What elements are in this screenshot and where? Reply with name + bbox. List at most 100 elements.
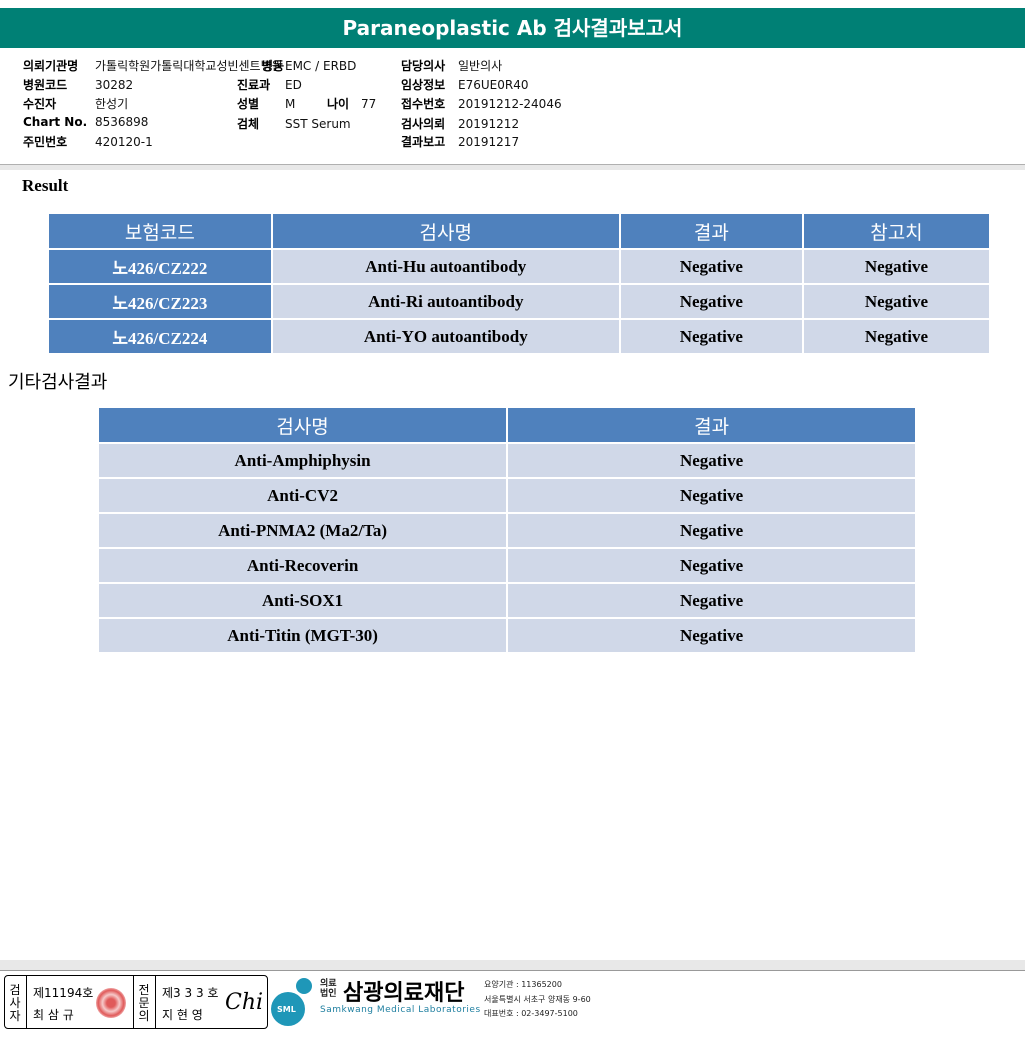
table-header-row: 보험코드 검사명 결과 참고치 (47, 212, 992, 250)
table-cell: Anti-Recoverin (96, 547, 509, 584)
org-name: 삼광의료재단 (343, 981, 465, 1006)
table-cell: Negative (618, 248, 804, 285)
tester-label: 검사자 (8, 984, 22, 1023)
info-row: Chart No. 8536898 (23, 115, 148, 129)
table-cell: Anti-CV2 (96, 477, 509, 514)
table-cell: Negative (506, 477, 917, 514)
specialist-license-no: 제3 3 3 호 (162, 986, 219, 1000)
table-row: 노426/CZ222 Anti-Hu autoantibody Negative Ne… (47, 248, 992, 285)
info-label: Chart No. (23, 115, 88, 129)
info-value: E76UE0R40 (458, 78, 529, 92)
info-row: 나이 77 (327, 95, 376, 112)
institution-code: 요양기관 : 11365200 (484, 980, 562, 989)
info-value: 420120-1 (95, 135, 153, 149)
info-row: 검체 SST Serum (237, 115, 351, 132)
info-row: 접수번호 20191212-24046 (401, 95, 562, 112)
info-label: 병동 (262, 59, 285, 73)
info-row: 담당의사 일반의사 (401, 57, 502, 74)
table-cell: Negative (801, 318, 992, 355)
seal-stamp (96, 988, 126, 1018)
info-row: 병원코드 30282 (23, 76, 133, 93)
table-cell: Negative (506, 617, 917, 654)
table-cell: Anti-Amphiphysin (96, 442, 509, 479)
table-row: Anti-PNMA2 (Ma2/Ta) Negative (96, 512, 917, 549)
table-cell: Anti-YO autoantibody (270, 318, 621, 355)
info-label: 나이 (327, 97, 350, 111)
table-cell: Negative (506, 547, 917, 584)
specialist-name: 지 현 영 (162, 1008, 203, 1022)
result-table: 보험코드 검사명 결과 참고치 노426/CZ222 Anti-Hu autoantibo… (47, 212, 992, 355)
table-cell: Negative (506, 442, 917, 479)
org-english-name: Samkwang Medical Laboratories (320, 1005, 481, 1015)
info-label: 결과보고 (401, 135, 446, 149)
info-label: 담당의사 (401, 59, 446, 73)
info-row: 주민번호 420120-1 (23, 133, 153, 150)
info-value: EMC / ERBD (285, 59, 357, 73)
result-heading: Result (22, 176, 69, 195)
table-cell: Negative (506, 582, 917, 619)
signature-box: 검사자 제11194호 최 삼 규 전문의 제3 3 3 호 지 현 영 Chi (4, 975, 268, 1029)
signature: Chi (225, 990, 264, 1015)
info-label: 성별 (237, 97, 260, 111)
table-row: Anti-Recoverin Negative (96, 547, 917, 584)
table-row: 노426/CZ224 Anti-YO autoantibody Negative Ne… (47, 318, 992, 355)
info-value: 가톨릭학원가톨릭대학교성빈센트병원 (95, 59, 283, 73)
org-type: 의료 법인 (320, 979, 337, 999)
info-value: SST Serum (285, 117, 351, 131)
info-row: 진료과 ED (237, 76, 302, 93)
info-label: 주민번호 (23, 135, 68, 149)
info-label: 병원코드 (23, 78, 68, 92)
column-header: 검사명 (270, 212, 621, 250)
info-label: 검사의뢰 (401, 117, 446, 131)
table-row: Anti-CV2 Negative (96, 477, 917, 514)
info-label: 수진자 (23, 97, 57, 111)
table-cell: Negative (506, 512, 917, 549)
report-footer: 검사자 제11194호 최 삼 규 전문의 제3 3 3 호 지 현 영 Chi… (0, 965, 1025, 1040)
other-results-heading: 기타검사결과 (8, 372, 108, 393)
table-row: Anti-Titin (MGT-30) Negative (96, 617, 917, 654)
org-address: 서울특별시 서초구 양재동 9-60 (484, 995, 591, 1004)
column-header: 보험코드 (47, 212, 273, 250)
tester-label-char: 자 (9, 1009, 21, 1023)
info-value: 77 (361, 97, 377, 111)
table-row: Anti-Amphiphysin Negative (96, 442, 917, 479)
info-label: 접수번호 (401, 97, 446, 111)
info-label: 임상정보 (401, 78, 446, 92)
info-value: 20191212-24046 (458, 97, 562, 111)
org-phone: 대표번호 : 02-3497-5100 (484, 1009, 578, 1018)
info-row: 병동EMC / ERBD (262, 57, 356, 74)
table-cell: Anti-Ri autoantibody (270, 283, 621, 320)
column-header: 결과 (618, 212, 804, 250)
column-header: 검사명 (96, 406, 509, 444)
table-cell: Anti-SOX1 (96, 582, 509, 619)
info-value: 한성기 (95, 97, 129, 111)
table-cell: Anti-Titin (MGT-30) (96, 617, 509, 654)
table-cell: Negative (618, 318, 804, 355)
specialist-label: 전문의 (137, 984, 151, 1023)
column-header: 참고치 (801, 212, 992, 250)
info-row: 의뢰기관명 가톨릭학원가톨릭대학교성빈센트병원 (23, 57, 283, 74)
info-value: M (285, 97, 296, 111)
info-row: 검사의뢰 20191212 (401, 115, 519, 132)
info-value: ED (285, 78, 302, 92)
info-value: 일반의사 (458, 59, 503, 73)
logo-text: SML (277, 1005, 296, 1014)
table-cell: Anti-PNMA2 (Ma2/Ta) (96, 512, 509, 549)
info-row: 성별 M (237, 95, 295, 112)
other-results-table: 검사명 결과 Anti-Amphiphysin Negative Anti-CV2 Neg… (96, 406, 917, 654)
info-label: 의뢰기관명 (23, 59, 79, 73)
specialist-label-char: 의 (138, 1009, 150, 1023)
info-value: 30282 (95, 78, 134, 92)
table-cell: Anti-Hu autoantibody (270, 248, 621, 285)
tester-name: 최 삼 규 (33, 1008, 74, 1022)
table-cell: 노426/CZ223 (47, 283, 273, 320)
info-value: 20191212 (458, 117, 520, 131)
table-cell: Negative (801, 248, 992, 285)
report-title: Paraneoplastic Ab 검사결과보고서 (0, 8, 1025, 48)
table-header-row: 검사명 결과 (96, 406, 917, 444)
info-row: 임상정보 E76UE0R40 (401, 76, 528, 93)
tester-license-no: 제11194호 (33, 986, 94, 1000)
info-value: 20191217 (458, 135, 520, 149)
info-value: 8536898 (95, 115, 149, 129)
table-cell: 노426/CZ224 (47, 318, 273, 355)
